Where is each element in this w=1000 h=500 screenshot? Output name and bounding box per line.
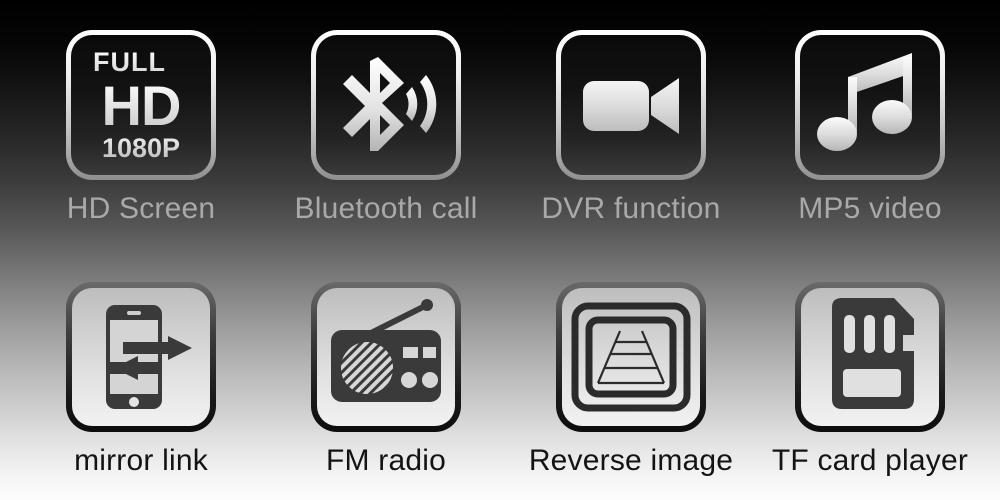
full-hd-1080p-icon: FULL HD 1080P — [71, 35, 211, 175]
tile-inner — [72, 288, 210, 426]
feature-icon-tile — [311, 30, 461, 180]
bluetooth-signal-icon — [316, 35, 456, 175]
feature-card-hd-screen[interactable]: FULL HD 1080P HD Screen — [16, 30, 266, 224]
feature-icon-tile: FULL HD 1080P — [66, 30, 216, 180]
feature-icon-tile — [556, 30, 706, 180]
tile-inner — [316, 35, 456, 175]
feature-icon-tile — [795, 282, 945, 432]
feature-card-tf-card-player[interactable]: TF card player — [745, 282, 995, 476]
rear-view-camera-icon — [562, 288, 700, 426]
feature-label-dvr-function: DVR function — [541, 192, 721, 225]
phone-mirror-arrows-icon — [72, 288, 210, 426]
tile-inner — [562, 288, 700, 426]
feature-icon-tile — [556, 282, 706, 432]
feature-label-tf-card-player: TF card player — [771, 444, 969, 477]
feature-grid: FULL HD 1080P HD Screen Bluetooth call D… — [0, 0, 1000, 500]
hd-resolution-text: 1080P — [101, 132, 181, 163]
feature-card-mp5-video[interactable]: MP5 video — [745, 30, 995, 224]
feature-label-mp5-video: MP5 video — [798, 192, 942, 225]
feature-label-bluetooth-call: Bluetooth call — [294, 192, 478, 225]
feature-card-mirror-link[interactable]: mirror link — [16, 282, 266, 476]
hd-full-text: FULL — [93, 46, 166, 77]
feature-icon-tile — [66, 282, 216, 432]
hd-big-text: HD — [101, 73, 182, 137]
feature-label-mirror-link: mirror link — [74, 444, 208, 477]
tile-inner — [801, 288, 939, 426]
tile-inner — [800, 35, 940, 175]
feature-card-reverse-image[interactable]: Reverse image — [506, 282, 756, 476]
tile-inner: FULL HD 1080P — [71, 35, 211, 175]
feature-icon-tile — [795, 30, 945, 180]
feature-label-reverse-image: Reverse image — [528, 444, 734, 477]
feature-grid-banner: FULL HD 1080P HD Screen Bluetooth call D… — [0, 0, 1000, 500]
feature-label-fm-radio: FM radio — [326, 444, 446, 477]
radio-receiver-icon — [317, 288, 455, 426]
feature-card-bluetooth-call[interactable]: Bluetooth call — [261, 30, 511, 224]
tile-inner — [561, 35, 701, 175]
feature-card-fm-radio[interactable]: FM radio — [261, 282, 511, 476]
feature-card-dvr-function[interactable]: DVR function — [506, 30, 756, 224]
feature-icon-tile — [311, 282, 461, 432]
music-note-icon — [800, 35, 940, 175]
tile-inner — [317, 288, 455, 426]
video-camera-icon — [561, 35, 701, 175]
tf-memory-card-icon — [801, 288, 939, 426]
feature-label-hd-screen: HD Screen — [66, 192, 216, 225]
